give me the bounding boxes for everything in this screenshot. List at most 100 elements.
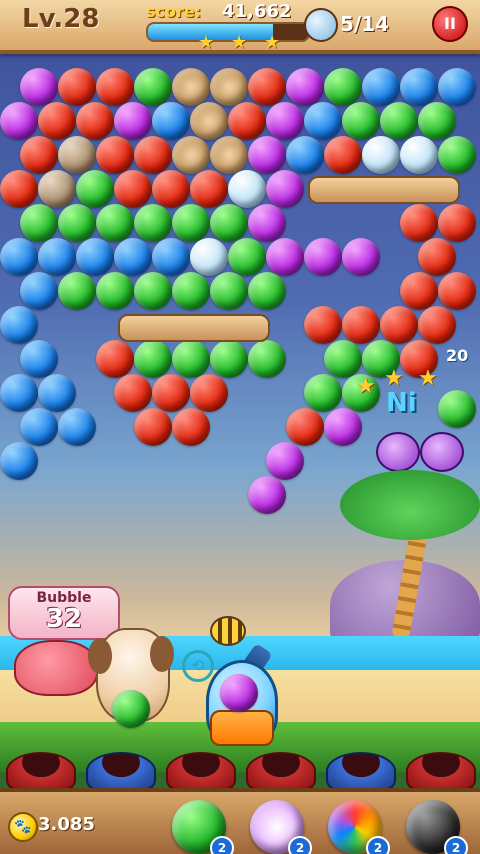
blue-bubble <box>400 68 438 106</box>
red-bubble <box>96 68 134 106</box>
swap-icon[interactable]: ⟲ <box>182 650 214 682</box>
green-bubble <box>172 340 210 378</box>
green-bubble <box>58 272 96 310</box>
rescued-bird <box>376 432 420 472</box>
wood-bubble <box>172 68 210 106</box>
blue-bubble <box>362 68 400 106</box>
dog-ear <box>150 636 174 672</box>
loaded-bubble[interactable] <box>220 674 258 712</box>
bird-icon <box>304 8 338 42</box>
green-bubble <box>172 204 210 242</box>
star-icon: ★ <box>356 374 376 399</box>
red-bubble <box>380 306 418 344</box>
red-bubble <box>134 136 172 174</box>
red-bubble <box>228 102 266 140</box>
green-bubble <box>20 204 58 242</box>
top-hud: Lv.28 score: 41,662 ★ ★ ★ 5/14 II <box>0 0 480 54</box>
green-bubble <box>248 272 286 310</box>
booster-count: 2 <box>288 836 312 854</box>
wood-bubble <box>210 136 248 174</box>
score-progress-bar <box>146 22 310 42</box>
purple-bubble <box>248 136 286 174</box>
red-bubble <box>286 408 324 446</box>
booster-count: 2 <box>210 836 234 854</box>
red-bubble <box>58 68 96 106</box>
blue-bubble <box>76 238 114 276</box>
green-bubble <box>134 340 172 378</box>
purple-bubble <box>248 476 286 514</box>
bucket <box>326 752 396 790</box>
pause-button[interactable]: II <box>432 6 468 42</box>
red-bubble <box>172 408 210 446</box>
coin-icon: 🐾 <box>8 812 38 842</box>
red-bubble <box>304 306 342 344</box>
blue-bubble <box>58 408 96 446</box>
green-bubble <box>210 204 248 242</box>
star-icon: ★ <box>231 32 248 53</box>
coin-balance: 3.085 <box>38 814 95 835</box>
green-bubble <box>228 238 266 276</box>
purple-bubble <box>20 68 58 106</box>
combo-text: Ni <box>386 388 417 418</box>
red-bubble <box>152 374 190 412</box>
rainbow-booster-button[interactable]: 2 <box>328 800 390 854</box>
rescued-bird <box>420 432 464 472</box>
wood-bubble <box>172 136 210 174</box>
blue-bubble <box>114 238 152 276</box>
wood-bubble <box>190 102 228 140</box>
green-bubble <box>380 102 418 140</box>
blue-bubble <box>38 374 76 412</box>
bucket <box>406 752 476 790</box>
booster-count: 2 <box>444 836 468 854</box>
trapped-bird-bubble <box>400 136 438 174</box>
red-bubble <box>248 68 286 106</box>
blue-bubble <box>0 238 38 276</box>
red-bubble <box>324 136 362 174</box>
lightning-booster-button[interactable]: 2 <box>250 800 312 854</box>
green-bubble <box>134 68 172 106</box>
bubbles-remaining-sign: Bubble 32 <box>8 586 120 640</box>
stone-bubble <box>38 170 76 208</box>
star-icon: ★ <box>264 32 281 53</box>
star-icon: ★ <box>384 366 404 391</box>
score-value: 41,662 <box>222 1 292 22</box>
red-bubble <box>20 136 58 174</box>
star-icon: ★ <box>198 32 215 53</box>
green-bubble <box>58 204 96 242</box>
next-bubble[interactable] <box>112 690 150 728</box>
bucket <box>6 752 76 790</box>
points-popup: 20 <box>446 346 469 365</box>
red-bubble <box>418 306 456 344</box>
purple-bubble <box>114 102 152 140</box>
purple-bubble <box>0 102 38 140</box>
blue-bubble <box>20 408 58 446</box>
red-bubble <box>152 170 190 208</box>
blue-bubble <box>152 238 190 276</box>
blue-bubble <box>0 442 38 480</box>
dog-ear <box>88 638 112 674</box>
green-bubble <box>96 272 134 310</box>
purple-bubble <box>342 238 380 276</box>
blue-bubble <box>38 238 76 276</box>
bucket <box>166 752 236 790</box>
green-bubble <box>324 68 362 106</box>
green-bubble <box>134 204 172 242</box>
palm-tree-leaves <box>340 470 480 540</box>
bomb-booster-button[interactable]: 2 <box>406 800 468 854</box>
green-bubble <box>96 204 134 242</box>
star-icon: ★ <box>418 366 438 391</box>
blue-bubble <box>0 306 38 344</box>
purple-bubble <box>324 408 362 446</box>
booster-bar: 🐾 3.085 2 2 2 2 <box>0 788 480 854</box>
game-scene[interactable]: Lv.28 score: 41,662 ★ ★ ★ 5/14 II 20 Ni … <box>0 0 480 854</box>
bucket-row <box>0 752 480 790</box>
aim-booster-button[interactable]: 2 <box>172 800 234 854</box>
blue-bubble <box>20 272 58 310</box>
blue-bubble <box>0 374 38 412</box>
bucket <box>86 752 156 790</box>
green-bubble <box>172 272 210 310</box>
green-bubble <box>134 272 172 310</box>
red-bubble <box>342 306 380 344</box>
trapped-bird-bubble <box>362 136 400 174</box>
red-bubble <box>76 102 114 140</box>
